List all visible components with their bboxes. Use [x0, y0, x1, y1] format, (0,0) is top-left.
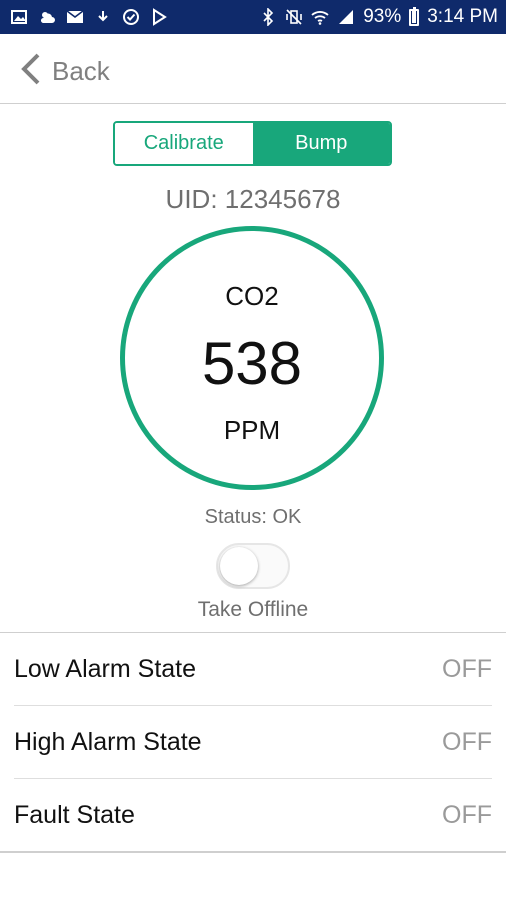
gas-name: CO2	[225, 281, 279, 311]
mute-vibrate-icon	[285, 8, 303, 26]
take-offline-toggle[interactable]	[216, 543, 290, 589]
reading-unit: PPM	[223, 415, 281, 445]
battery-icon	[409, 6, 420, 26]
reading-gauge: CO2 538 PPM	[120, 226, 384, 490]
back-button[interactable]: Back	[18, 52, 110, 91]
state-label: Fault State	[14, 800, 135, 829]
state-value: OFF	[442, 727, 492, 756]
notification-icons	[10, 8, 168, 26]
calibrate-tab[interactable]: Calibrate	[115, 123, 253, 164]
sensor-status: Status: OK	[204, 506, 302, 528]
app-header: Back	[0, 34, 506, 104]
mode-segmented-control: Calibrate Bump	[113, 121, 392, 166]
mail-icon	[66, 8, 84, 26]
list-item: High Alarm State OFF	[14, 706, 492, 779]
chevron-left-icon	[18, 52, 42, 91]
weather-icon	[38, 8, 56, 26]
signal-icon	[337, 8, 355, 26]
play-icon	[150, 8, 168, 26]
check-circle-icon	[122, 8, 140, 26]
battery-percent: 93%	[363, 6, 402, 27]
state-value: OFF	[442, 654, 492, 683]
state-value: OFF	[442, 800, 492, 829]
list-item: Fault State OFF	[0, 779, 506, 853]
reading-value: 538	[201, 330, 303, 397]
take-offline-label: Take Offline	[197, 598, 309, 621]
back-label: Back	[52, 56, 110, 86]
list-item: Low Alarm State OFF	[14, 633, 492, 706]
state-label: Low Alarm State	[14, 654, 197, 683]
download-icon	[94, 8, 112, 26]
system-icons: 93% 3:14 PM	[259, 6, 498, 28]
clock: 3:14 PM	[427, 6, 498, 27]
bump-tab[interactable]: Bump	[252, 123, 390, 164]
alarm-state-list: Low Alarm State OFF High Alarm State OFF…	[0, 632, 506, 853]
state-label: High Alarm State	[14, 727, 202, 756]
bluetooth-icon	[259, 8, 277, 26]
wifi-icon	[311, 8, 329, 26]
image-icon	[10, 8, 28, 26]
toggle-knob	[220, 547, 258, 585]
status-bar: 93% 3:14 PM	[0, 0, 506, 34]
device-uid: UID: 12345678	[165, 184, 341, 214]
